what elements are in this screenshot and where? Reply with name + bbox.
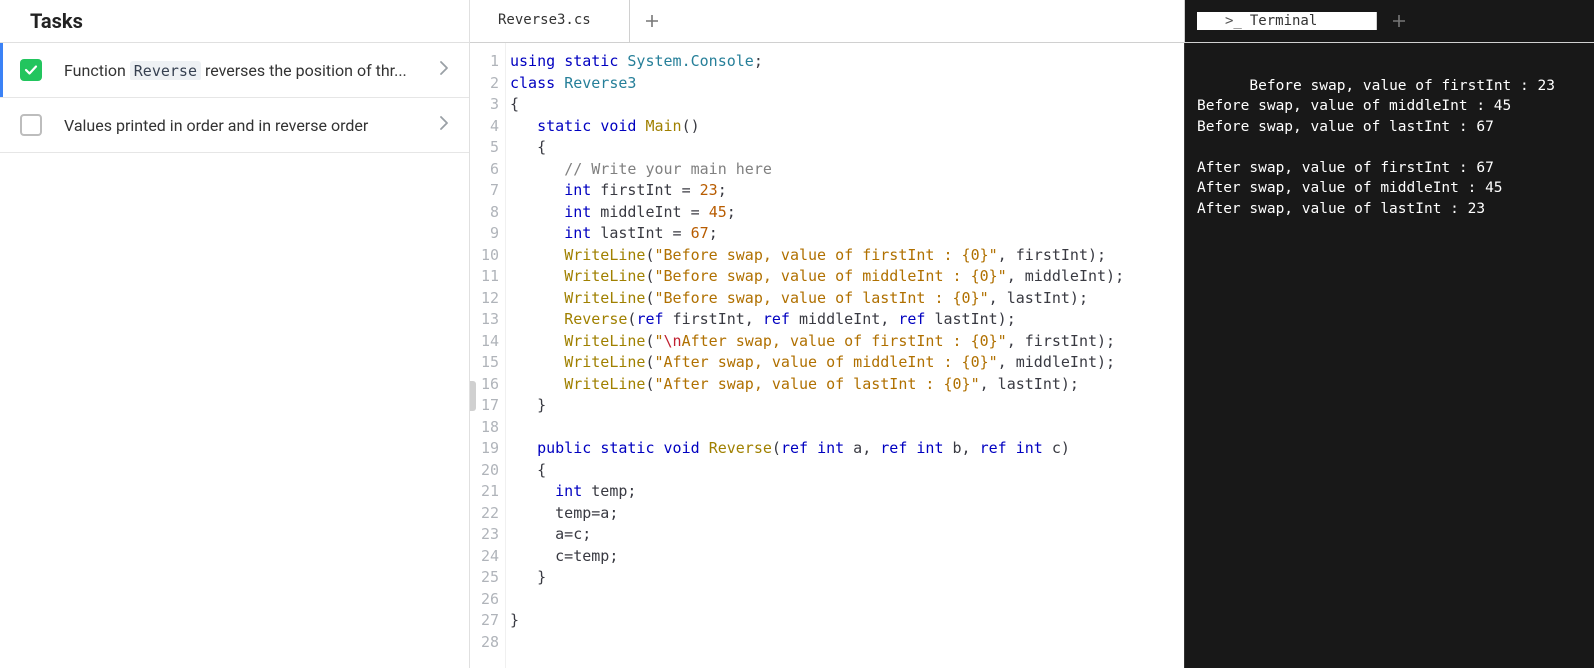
terminal-tab-group: >_ Terminal <box>1184 0 1594 42</box>
chevron-right-icon <box>439 115 449 135</box>
line-number: 23 <box>470 524 499 546</box>
line-number: 1 <box>470 51 499 73</box>
code-area[interactable]: using static System.Console;class Revers… <box>506 43 1184 668</box>
code-line: WriteLine("After swap, value of middleIn… <box>510 352 1184 374</box>
code-line: } <box>510 395 1184 417</box>
code-line: { <box>510 137 1184 159</box>
code-line: c=temp; <box>510 546 1184 568</box>
terminal-tab-label: Terminal <box>1250 11 1317 32</box>
code-line <box>510 417 1184 439</box>
editor-tab[interactable]: Reverse3.cs <box>470 0 630 42</box>
line-number: 22 <box>470 503 499 525</box>
line-number: 21 <box>470 481 499 503</box>
code-chip: Reverse <box>130 61 201 80</box>
tasks-header: Tasks <box>0 0 469 43</box>
code-line: { <box>510 460 1184 482</box>
code-line: public static void Reverse(ref int a, re… <box>510 438 1184 460</box>
code-line: int temp; <box>510 481 1184 503</box>
code-line: static void Main() <box>510 116 1184 138</box>
line-number: 18 <box>470 417 499 439</box>
line-number: 26 <box>470 589 499 611</box>
add-terminal-tab-button[interactable] <box>1377 12 1421 30</box>
code-line: WriteLine("\nAfter swap, value of firstI… <box>510 331 1184 353</box>
code-line: int firstInt = 23; <box>510 180 1184 202</box>
checkbox-checked-icon[interactable] <box>20 59 42 81</box>
code-line: // Write your main here <box>510 159 1184 181</box>
task-item[interactable]: Values printed in order and in reverse o… <box>0 98 469 153</box>
line-number: 3 <box>470 94 499 116</box>
terminal-tab[interactable]: >_ Terminal <box>1197 12 1377 30</box>
content-row: 1234567891011121314151617181920212223242… <box>470 43 1594 668</box>
tasks-list: Function Reverse reverses the position o… <box>0 43 469 153</box>
code-line: WriteLine("Before swap, value of firstIn… <box>510 245 1184 267</box>
chevron-right-icon <box>439 60 449 80</box>
terminal-prompt-icon: >_ <box>1225 11 1242 32</box>
line-number: 27 <box>470 610 499 632</box>
line-number: 20 <box>470 460 499 482</box>
line-number: 25 <box>470 567 499 589</box>
editor-tab-label: Reverse3.cs <box>498 10 591 32</box>
code-line: WriteLine("Before swap, value of middleI… <box>510 266 1184 288</box>
code-editor[interactable]: 1234567891011121314151617181920212223242… <box>470 43 1184 668</box>
line-number-gutter: 1234567891011121314151617181920212223242… <box>470 43 506 668</box>
tab-strip: Reverse3.cs >_ Terminal <box>470 0 1594 43</box>
line-number: 2 <box>470 73 499 95</box>
code-line: class Reverse3 <box>510 73 1184 95</box>
line-number: 24 <box>470 546 499 568</box>
code-line: temp=a; <box>510 503 1184 525</box>
code-line <box>510 589 1184 611</box>
add-editor-tab-button[interactable] <box>630 0 674 42</box>
line-number: 9 <box>470 223 499 245</box>
tasks-panel: Tasks Function Reverse reverses the posi… <box>0 0 470 668</box>
code-line: Reverse(ref firstInt, ref middleInt, ref… <box>510 309 1184 331</box>
line-number: 14 <box>470 331 499 353</box>
resize-handle[interactable] <box>470 381 476 411</box>
code-line: int lastInt = 67; <box>510 223 1184 245</box>
editor-tab-group: Reverse3.cs <box>470 0 1184 42</box>
task-item[interactable]: Function Reverse reverses the position o… <box>0 43 469 98</box>
line-number: 15 <box>470 352 499 374</box>
code-line: a=c; <box>510 524 1184 546</box>
code-line: WriteLine("After swap, value of lastInt … <box>510 374 1184 396</box>
terminal-text: Before swap, value of firstInt : 23 Befo… <box>1197 78 1555 217</box>
task-label: Values printed in order and in reverse o… <box>64 116 429 135</box>
code-line: using static System.Console; <box>510 51 1184 73</box>
terminal-output[interactable]: Before swap, value of firstInt : 23 Befo… <box>1184 43 1594 668</box>
line-number: 12 <box>470 288 499 310</box>
plus-icon <box>1392 14 1406 28</box>
code-line <box>510 632 1184 654</box>
plus-icon <box>645 14 659 28</box>
line-number: 5 <box>470 137 499 159</box>
line-number: 4 <box>470 116 499 138</box>
line-number: 7 <box>470 180 499 202</box>
line-number: 11 <box>470 266 499 288</box>
line-number: 19 <box>470 438 499 460</box>
code-line: { <box>510 94 1184 116</box>
tasks-title: Tasks <box>30 9 83 33</box>
line-number: 10 <box>470 245 499 267</box>
line-number: 8 <box>470 202 499 224</box>
line-number: 6 <box>470 159 499 181</box>
task-label: Function Reverse reverses the position o… <box>64 61 429 80</box>
workspace: Reverse3.cs >_ Terminal 1234567891011121… <box>470 0 1594 668</box>
code-line: WriteLine("Before swap, value of lastInt… <box>510 288 1184 310</box>
code-line: } <box>510 610 1184 632</box>
code-line: int middleInt = 45; <box>510 202 1184 224</box>
line-number: 13 <box>470 309 499 331</box>
code-line: } <box>510 567 1184 589</box>
line-number: 28 <box>470 632 499 654</box>
checkbox-unchecked-icon[interactable] <box>20 114 42 136</box>
